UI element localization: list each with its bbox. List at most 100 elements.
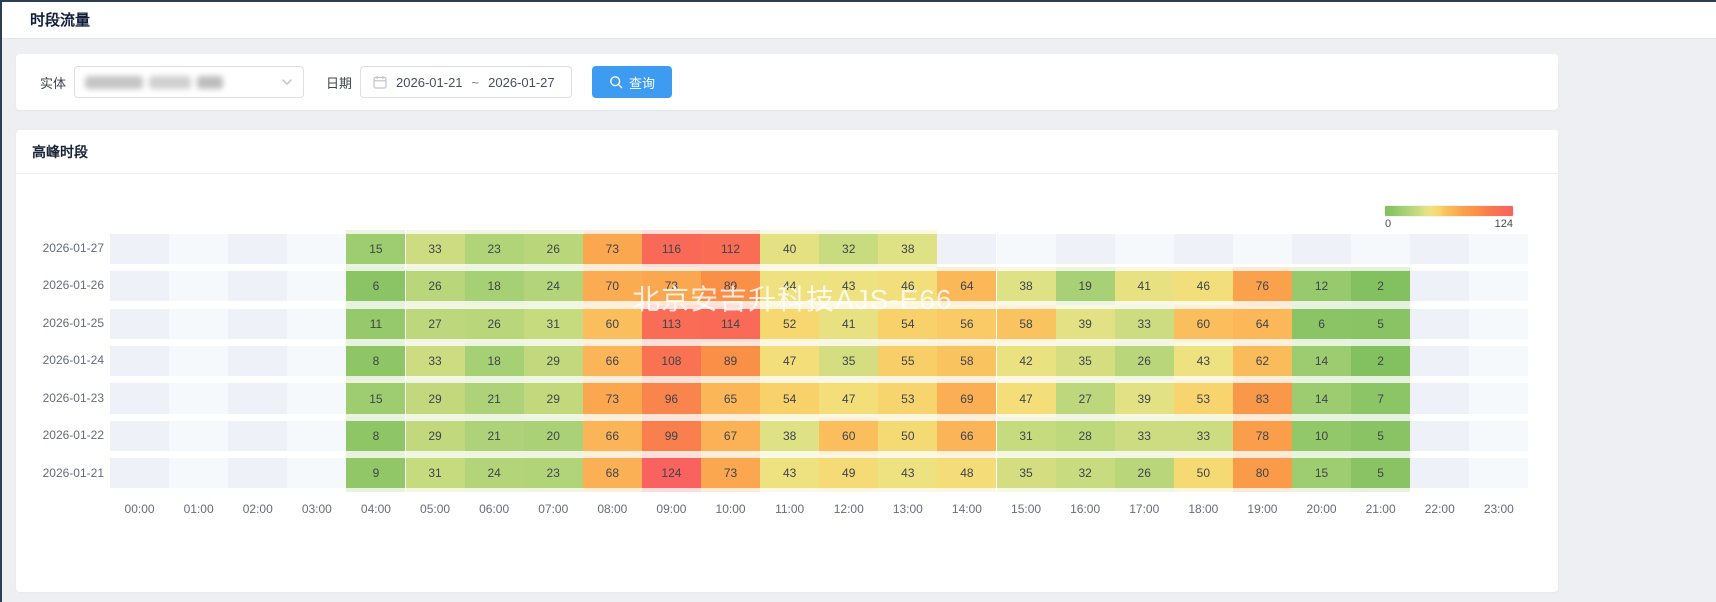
heatmap-cell[interactable]: 42 bbox=[997, 342, 1056, 379]
heatmap-cell[interactable]: 28 bbox=[1056, 417, 1115, 454]
heatmap-cell[interactable]: 116 bbox=[642, 230, 701, 267]
heatmap-cell[interactable]: 7 bbox=[1351, 380, 1410, 417]
heatmap-cell[interactable]: 46 bbox=[878, 267, 937, 304]
heatmap-cell[interactable]: 47 bbox=[760, 342, 819, 379]
heatmap-cell[interactable]: 73 bbox=[583, 230, 642, 267]
heatmap-cell[interactable]: 64 bbox=[1233, 305, 1292, 342]
heatmap-cell[interactable]: 52 bbox=[760, 305, 819, 342]
heatmap-cell[interactable]: 60 bbox=[583, 305, 642, 342]
heatmap-cell[interactable]: 35 bbox=[1056, 342, 1115, 379]
heatmap-cell[interactable]: 67 bbox=[701, 417, 760, 454]
heatmap-cell[interactable]: 23 bbox=[465, 230, 524, 267]
heatmap-cell[interactable]: 26 bbox=[1115, 455, 1174, 492]
heatmap-cell[interactable]: 38 bbox=[997, 267, 1056, 304]
heatmap-cell[interactable]: 39 bbox=[1056, 305, 1115, 342]
heatmap-cell[interactable]: 20 bbox=[524, 417, 583, 454]
heatmap-cell[interactable]: 73 bbox=[583, 380, 642, 417]
heatmap-cell[interactable]: 27 bbox=[1056, 380, 1115, 417]
heatmap-cell[interactable]: 19 bbox=[1056, 267, 1115, 304]
heatmap-cell[interactable]: 38 bbox=[878, 230, 937, 267]
heatmap-cell[interactable]: 33 bbox=[406, 342, 465, 379]
entity-select[interactable] bbox=[74, 66, 304, 98]
heatmap-cell[interactable]: 23 bbox=[524, 455, 583, 492]
heatmap-cell[interactable]: 48 bbox=[937, 455, 996, 492]
heatmap-cell[interactable]: 5 bbox=[1351, 305, 1410, 342]
heatmap-cell[interactable]: 66 bbox=[583, 417, 642, 454]
heatmap-cell[interactable]: 18 bbox=[465, 267, 524, 304]
heatmap-cell[interactable]: 76 bbox=[1233, 267, 1292, 304]
heatmap-cell[interactable]: 62 bbox=[1233, 342, 1292, 379]
heatmap-cell[interactable]: 14 bbox=[1292, 342, 1351, 379]
heatmap-cell[interactable]: 49 bbox=[819, 455, 878, 492]
query-button[interactable]: 查询 bbox=[592, 66, 672, 98]
heatmap-cell[interactable]: 12 bbox=[1292, 267, 1351, 304]
heatmap-cell[interactable]: 33 bbox=[1115, 305, 1174, 342]
heatmap-cell[interactable]: 26 bbox=[406, 267, 465, 304]
heatmap-cell[interactable]: 41 bbox=[1115, 267, 1174, 304]
heatmap-cell[interactable]: 35 bbox=[819, 342, 878, 379]
heatmap-cell[interactable]: 108 bbox=[642, 342, 701, 379]
heatmap-cell[interactable]: 73 bbox=[701, 455, 760, 492]
heatmap-cell[interactable]: 32 bbox=[1056, 455, 1115, 492]
heatmap-cell[interactable]: 26 bbox=[524, 230, 583, 267]
heatmap-cell[interactable]: 96 bbox=[642, 380, 701, 417]
heatmap-cell[interactable]: 33 bbox=[406, 230, 465, 267]
heatmap-cell[interactable]: 66 bbox=[583, 342, 642, 379]
heatmap-cell[interactable]: 60 bbox=[819, 417, 878, 454]
heatmap-cell[interactable]: 50 bbox=[1174, 455, 1233, 492]
date-range-picker[interactable]: 2026-01-21 ~ 2026-01-27 bbox=[360, 66, 572, 98]
heatmap-cell[interactable]: 89 bbox=[701, 342, 760, 379]
heatmap-cell[interactable]: 53 bbox=[1174, 380, 1233, 417]
heatmap-cell[interactable]: 60 bbox=[1174, 305, 1233, 342]
heatmap-cell[interactable]: 31 bbox=[524, 305, 583, 342]
heatmap-cell[interactable]: 11 bbox=[346, 305, 405, 342]
heatmap-cell[interactable]: 54 bbox=[760, 380, 819, 417]
heatmap-cell[interactable]: 2 bbox=[1351, 267, 1410, 304]
heatmap-cell[interactable]: 10 bbox=[1292, 417, 1351, 454]
heatmap-cell[interactable]: 80 bbox=[1233, 455, 1292, 492]
heatmap-cell[interactable]: 68 bbox=[583, 455, 642, 492]
heatmap-cell[interactable]: 114 bbox=[701, 305, 760, 342]
heatmap-cell[interactable]: 5 bbox=[1351, 417, 1410, 454]
heatmap-cell[interactable]: 41 bbox=[819, 305, 878, 342]
heatmap-cell[interactable]: 29 bbox=[524, 342, 583, 379]
heatmap-cell[interactable]: 2 bbox=[1351, 342, 1410, 379]
heatmap-cell[interactable]: 89 bbox=[701, 267, 760, 304]
heatmap-cell[interactable]: 33 bbox=[1115, 417, 1174, 454]
heatmap-cell[interactable]: 26 bbox=[465, 305, 524, 342]
heatmap-cell[interactable]: 112 bbox=[701, 230, 760, 267]
heatmap-cell[interactable]: 27 bbox=[406, 305, 465, 342]
heatmap-cell[interactable]: 35 bbox=[997, 455, 1056, 492]
heatmap-cell[interactable]: 29 bbox=[524, 380, 583, 417]
heatmap-cell[interactable]: 43 bbox=[760, 455, 819, 492]
heatmap-cell[interactable]: 29 bbox=[406, 417, 465, 454]
heatmap-cell[interactable]: 43 bbox=[1174, 342, 1233, 379]
heatmap-cell[interactable]: 58 bbox=[937, 342, 996, 379]
heatmap-cell[interactable]: 8 bbox=[346, 342, 405, 379]
heatmap-cell[interactable]: 53 bbox=[878, 380, 937, 417]
heatmap-cell[interactable]: 32 bbox=[819, 230, 878, 267]
heatmap-cell[interactable]: 58 bbox=[997, 305, 1056, 342]
heatmap-cell[interactable]: 21 bbox=[465, 417, 524, 454]
heatmap-cell[interactable]: 44 bbox=[760, 267, 819, 304]
heatmap-cell[interactable]: 124 bbox=[642, 455, 701, 492]
heatmap-cell[interactable]: 55 bbox=[878, 342, 937, 379]
heatmap-cell[interactable]: 113 bbox=[642, 305, 701, 342]
heatmap-cell[interactable]: 15 bbox=[346, 380, 405, 417]
heatmap-cell[interactable]: 66 bbox=[937, 417, 996, 454]
heatmap-cell[interactable]: 9 bbox=[346, 455, 405, 492]
heatmap-cell[interactable]: 56 bbox=[937, 305, 996, 342]
heatmap-cell[interactable]: 65 bbox=[701, 380, 760, 417]
heatmap-cell[interactable]: 40 bbox=[760, 230, 819, 267]
heatmap-cell[interactable]: 50 bbox=[878, 417, 937, 454]
heatmap-cell[interactable]: 38 bbox=[760, 417, 819, 454]
heatmap-cell[interactable]: 15 bbox=[1292, 455, 1351, 492]
heatmap-cell[interactable]: 21 bbox=[465, 380, 524, 417]
heatmap-cell[interactable]: 73 bbox=[642, 267, 701, 304]
heatmap-cell[interactable]: 70 bbox=[583, 267, 642, 304]
heatmap-cell[interactable]: 39 bbox=[1115, 380, 1174, 417]
heatmap-cell[interactable]: 8 bbox=[346, 417, 405, 454]
heatmap-cell[interactable]: 46 bbox=[1174, 267, 1233, 304]
heatmap-cell[interactable]: 64 bbox=[937, 267, 996, 304]
heatmap-cell[interactable]: 31 bbox=[997, 417, 1056, 454]
